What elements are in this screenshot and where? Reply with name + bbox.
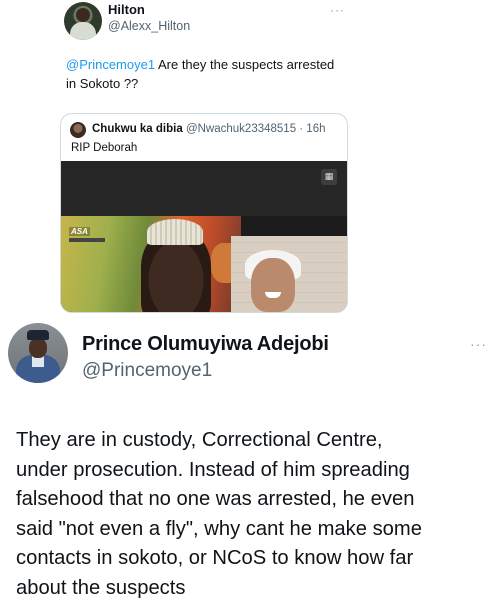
hilton-handle[interactable]: @Alexx_Hilton [108, 19, 190, 33]
tweet-line: contacts in sokoto, or NCoS to know how … [16, 547, 414, 569]
quoted-avatar [70, 122, 86, 138]
tweet-line: said "not even a fly", why cant he make … [16, 517, 422, 540]
adejobi-tweet-text: They are in custody, Correctional Centre… [16, 426, 490, 603]
quoted-handle-time: @Nwachuk23348515 · 16h [185, 123, 326, 135]
adejobi-avatar[interactable] [8, 323, 68, 383]
quoted-media-video[interactable]: ASA ▦ [61, 161, 347, 312]
hilton-display-name[interactable]: Hilton [108, 2, 145, 17]
tweet-text-line2: in Sokoto ?? [66, 76, 139, 91]
hilton-tweet-text: @Princemoye1 Are they the suspects arres… [66, 55, 356, 93]
adejobi-display-name[interactable]: Prince Olumuyiwa Adejobi [82, 333, 329, 356]
tweet-text-line1: Are they the suspects arrested [155, 57, 335, 72]
tweet-line: falsehood that no one was arrested, he e… [16, 488, 415, 510]
gif-icon[interactable]: ▦ [321, 169, 337, 185]
more-options-icon[interactable]: ··· [470, 336, 487, 352]
quoted-author: Chukwu ka dibia @Nwachuk23348515 · 16h [92, 123, 326, 135]
quoted-tweet-text: RIP Deborah [71, 142, 138, 154]
mention-link[interactable]: @Princemoye1 [66, 57, 155, 72]
quoted-tweet-card[interactable]: Chukwu ka dibia @Nwachuk23348515 · 16h R… [60, 113, 348, 313]
adejobi-handle[interactable]: @Princemoye1 [82, 360, 212, 382]
quoted-display-name: Chukwu ka dibia [92, 123, 183, 135]
tweet-line: They are in custody, Correctional Centre… [16, 429, 383, 451]
tweet-line: about the suspects [16, 576, 186, 599]
hilton-avatar[interactable] [64, 2, 102, 40]
media-logo: ASA [69, 227, 90, 236]
more-options-icon[interactable]: ··· [330, 3, 345, 17]
picture-in-picture-image [231, 236, 347, 312]
tweet-line: under prosecution. Instead of him spread… [16, 458, 410, 481]
